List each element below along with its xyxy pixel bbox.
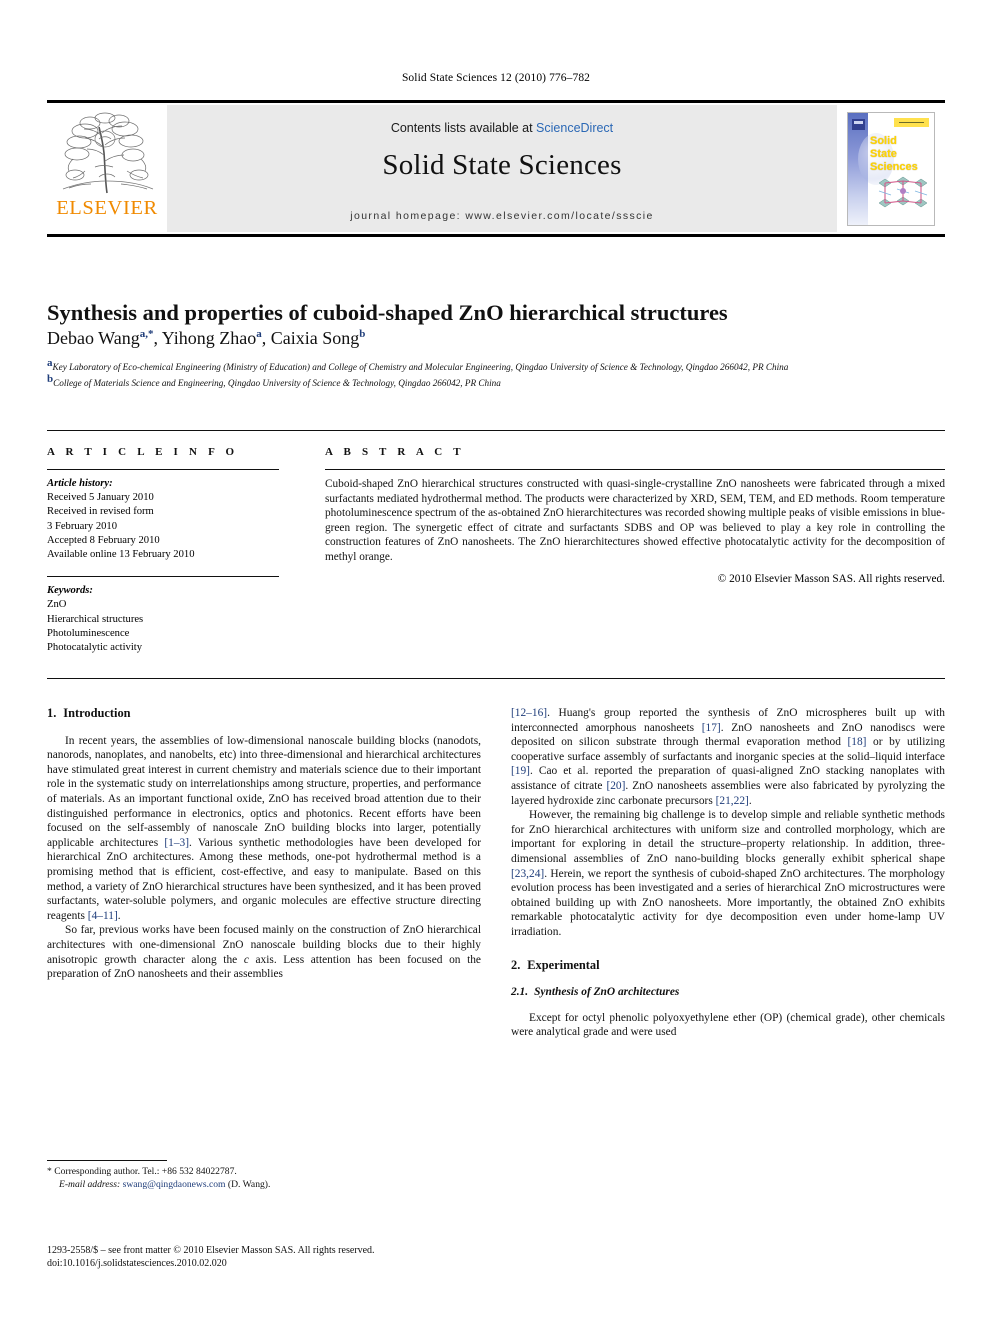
intro-paragraph-2-continued: [12–16]. Huang's group reported the synt… [511, 706, 945, 808]
author-name-1: Debao Wang [47, 328, 140, 348]
email-label: E-mail address: [59, 1178, 121, 1190]
history-item-1: Received 5 January 2010 [47, 492, 154, 504]
subsection-number-2-1: 2.1. [511, 986, 529, 999]
intro-p1-part-c: . [117, 909, 121, 922]
article-info-column: A R T I C L E I N F O Article history: R… [47, 446, 279, 655]
cover-title: Solid State Sciences [870, 135, 918, 174]
journal-cover-thumbnail[interactable]: Solid State Sciences [847, 111, 935, 226]
email-note: E-mail address: swang@qingdaonews.com (D… [47, 1179, 481, 1192]
intro-paragraph-3: However, the remaining big challenge is … [511, 808, 945, 939]
cover-title-line-1: Solid [870, 134, 897, 147]
citation-4-11[interactable]: [4–11] [88, 910, 118, 922]
corresponding-author-note: * Corresponding author. Tel.: +86 532 84… [47, 1166, 237, 1177]
intro-paragraph-1: In recent years, the assemblies of low-d… [47, 734, 481, 924]
experimental-paragraph-1: Except for octyl phenolic polyoxyethylen… [511, 1011, 945, 1039]
section-number-2: 2. [511, 957, 521, 972]
article-history-block: Article history: Received 5 January 2010… [47, 477, 279, 562]
abstract-copyright: © 2010 Elsevier Masson SAS. All rights r… [717, 572, 945, 585]
section-title-1: Introduction [63, 706, 131, 720]
elsevier-logo: ELSEVIER [47, 103, 167, 234]
abstract-text: Cuboid-shaped ZnO hierarchical structure… [325, 478, 945, 563]
section-number-1: 1. [47, 706, 57, 720]
citation-17[interactable]: [17] [702, 722, 721, 734]
email-address-link[interactable]: swang@qingdaonews.com [123, 1179, 226, 1190]
intro-p3-part-a: However, the remaining big challenge is … [511, 809, 945, 865]
issn-front-matter: 1293-2558/$ – see front matter © 2010 El… [47, 1245, 375, 1256]
author-mark-1: a,* [139, 328, 154, 340]
author-name-3: Caixia Song [270, 328, 360, 348]
intro-p2-part-h: . [748, 794, 752, 807]
author-list: Debao Wanga,*, Yihong Zhaoa, Caixia Song… [47, 328, 366, 348]
history-item-4: Accepted 8 February 2010 [47, 534, 160, 546]
email-suffix: (D. Wang). [225, 1178, 271, 1190]
citation-23-24[interactable]: [23,24] [511, 868, 544, 880]
author-name-2: Yihong Zhao [161, 328, 257, 348]
intro-p1-part-a: In recent years, the assemblies of low-d… [47, 734, 481, 849]
article-info-heading: A R T I C L E I N F O [47, 446, 239, 458]
keywords-label: Keywords: [47, 585, 93, 597]
cover-title-line-2: State [870, 147, 897, 160]
info-band-bottom-rule [47, 678, 945, 679]
footnote-rule [47, 1160, 167, 1161]
cover-publisher-mark-icon [852, 118, 865, 130]
journal-cover-wrap: Solid State Sciences [837, 103, 945, 234]
body-column-left: 1. Introduction In recent years, the asse… [47, 706, 481, 982]
abstract-column: A B S T R A C T Cuboid-shaped ZnO hierar… [325, 446, 945, 585]
citation-21-22[interactable]: [21,22] [716, 795, 749, 807]
article-info-rule [47, 469, 279, 470]
cover-crystal-structure-icon [878, 176, 928, 207]
history-item-2: Received in revised form [47, 506, 154, 518]
citation-12-16[interactable]: [12–16] [511, 707, 547, 719]
contents-prefix: Contents lists available at [390, 121, 537, 135]
intro-p3-part-b: . Herein, we report the synthesis of cub… [511, 867, 945, 938]
history-item-3: 3 February 2010 [47, 520, 118, 532]
keyword-2: Hierarchical structures [47, 613, 144, 625]
footnote-block: * Corresponding author. Tel.: +86 532 84… [47, 1160, 481, 1191]
elsevier-tree-icon [62, 112, 154, 194]
sciencedirect-link[interactable]: ScienceDirect [536, 121, 613, 135]
article-page: Solid State Sciences 12 (2010) 776–782 E… [0, 0, 992, 1323]
doi-line[interactable]: doi:10.1016/j.solidstatesciences.2010.02… [47, 1257, 547, 1270]
elsevier-wordmark: ELSEVIER [56, 197, 158, 219]
journal-title: Solid State Sciences [382, 149, 622, 181]
citation-19[interactable]: [19] [511, 765, 530, 777]
cover-yellow-bar [894, 117, 929, 127]
journal-masthead: ELSEVIER Contents lists available at Sci… [47, 100, 945, 237]
author-mark-2: a [256, 328, 262, 340]
keywords-rule [47, 576, 279, 578]
section-title-2: Experimental [527, 957, 600, 972]
section-heading-experimental: 2. Experimental [511, 958, 945, 973]
subsection-title-2-1: Synthesis of ZnO architectures [534, 986, 680, 999]
keywords-block: Keywords: ZnO Hierarchical structures Ph… [47, 576, 279, 655]
history-item-5: Available online 13 February 2010 [47, 549, 195, 561]
imprint-block: 1293-2558/$ – see front matter © 2010 El… [47, 1244, 547, 1271]
masthead-center-panel: Contents lists available at ScienceDirec… [167, 105, 837, 232]
abstract-rule [325, 469, 945, 470]
keyword-4: Photocatalytic activity [47, 642, 143, 654]
body-column-right: [12–16]. Huang's group reported the synt… [511, 706, 945, 1040]
contents-available-line: Contents lists available at ScienceDirec… [167, 121, 837, 135]
article-history-label: Article history: [47, 478, 113, 489]
affiliation-a: aKey Laboratory of Eco-chemical Engineer… [47, 357, 947, 373]
intro-paragraph-2: So far, previous works have been focused… [47, 923, 481, 981]
keyword-3: Photoluminescence [47, 627, 130, 639]
affiliation-b: bCollege of Materials Science and Engine… [47, 373, 947, 389]
subsection-heading-synthesis: 2.1. Synthesis of ZnO architectures [511, 985, 945, 1000]
affiliation-b-text: College of Materials Science and Enginee… [53, 378, 501, 389]
abstract-heading: A B S T R A C T [325, 446, 465, 458]
running-head: Solid State Sciences 12 (2010) 776–782 [401, 72, 591, 84]
affiliation-list: aKey Laboratory of Eco-chemical Engineer… [47, 357, 947, 390]
journal-homepage[interactable]: journal homepage: www.elsevier.com/locat… [167, 210, 837, 222]
author-mark-3: b [359, 328, 366, 340]
citation-20[interactable]: [20] [606, 780, 625, 792]
affiliation-a-text: Key Laboratory of Eco-chemical Engineeri… [52, 362, 789, 373]
info-band-top-rule [47, 430, 945, 431]
keyword-1: ZnO [47, 599, 67, 611]
citation-18[interactable]: [18] [848, 736, 867, 748]
section-heading-introduction: 1. Introduction [47, 706, 481, 721]
citation-1-3[interactable]: [1–3] [164, 837, 189, 849]
